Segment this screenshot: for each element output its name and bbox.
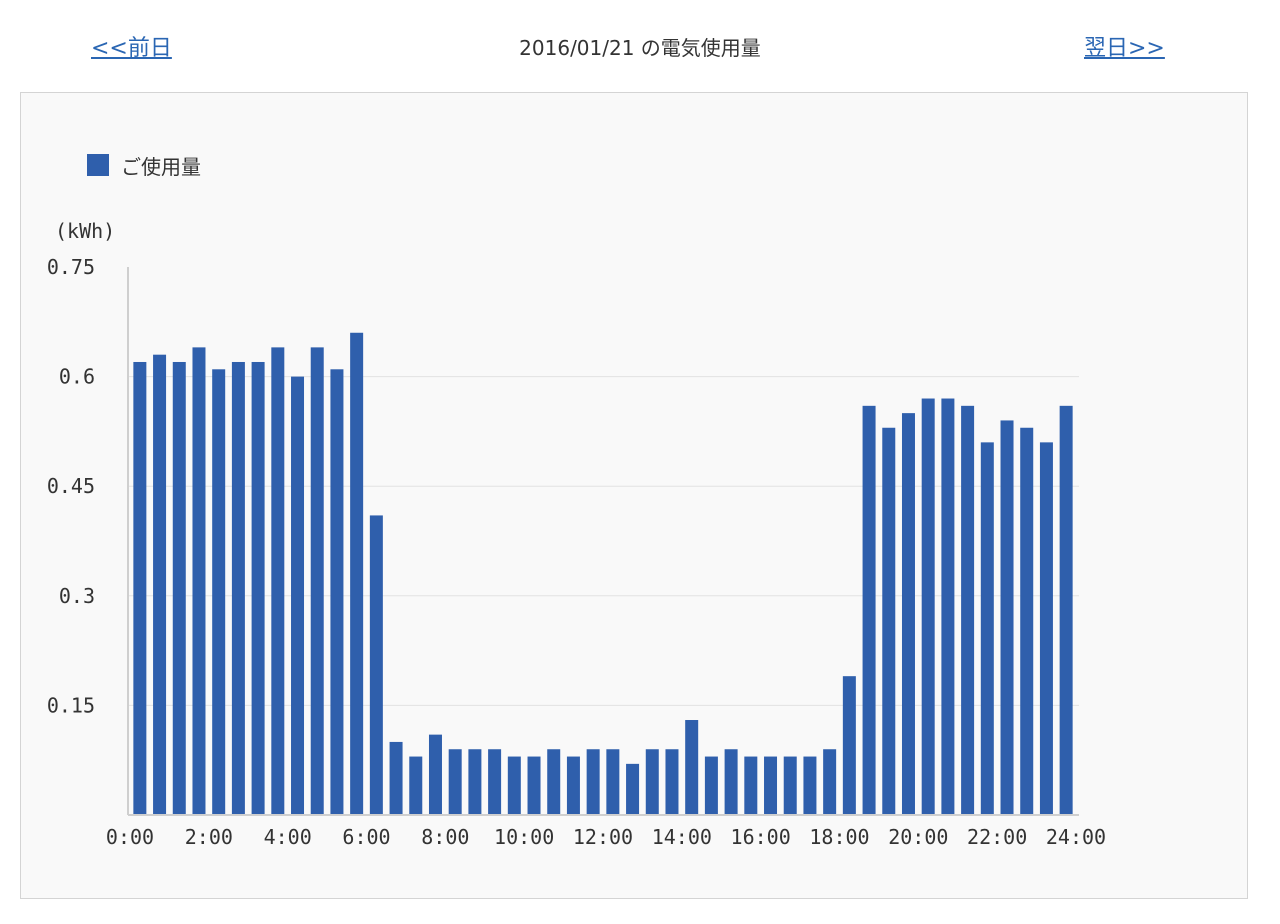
usage-bar [310,347,324,815]
usage-bar [291,376,305,815]
usage-chart-panel: ご使用量 (kWh) 0.75 0.6 0.45 0.3 0.15 0:00 2:00 4:… [20,92,1248,899]
usage-chart: ご使用量 (kWh) 0.75 0.6 0.45 0.3 0.15 0:00 2:00 4:… [47,154,1106,849]
usage-bar [842,676,856,815]
usage-bar [350,332,364,815]
usage-bar [507,756,521,815]
x-axis-ticks: 0:00 2:00 4:00 6:00 8:00 10:00 12:00 14:00 16:00… [106,825,1106,849]
x-tick-label: 24:00 [1046,825,1106,849]
usage-bar [941,398,955,815]
x-tick-label: 4:00 [264,825,312,849]
usage-bar [448,749,462,815]
usage-bar [823,749,837,815]
x-tick-label: 20:00 [888,825,948,849]
y-axis-ticks: 0.75 0.6 0.45 0.3 0.15 [47,255,95,717]
usage-bar [606,749,620,815]
x-tick-label: 10:00 [494,825,554,849]
legend-label: ご使用量 [121,155,201,179]
usage-bar [744,756,758,815]
y-tick-label: 0.45 [47,474,95,498]
next-day-link[interactable]: 翌日>> [1084,30,1165,62]
grid-lines [128,376,1079,706]
y-tick-label: 0.3 [59,584,95,608]
usage-bar [704,756,718,815]
usage-bar [1059,405,1073,815]
usage-bar [231,361,245,815]
legend: ご使用量 [87,154,201,179]
usage-bar [212,369,226,815]
usage-bar [566,756,580,815]
bars [133,332,1073,815]
usage-bar [1020,427,1034,815]
usage-bar [724,749,738,815]
usage-bar [330,369,344,815]
usage-bar [1000,420,1014,815]
usage-bar [803,756,817,815]
y-tick-label: 0.75 [47,255,95,279]
x-tick-label: 0:00 [106,825,154,849]
x-tick-label: 22:00 [967,825,1027,849]
y-axis-unit-label: (kWh) [55,219,115,243]
y-tick-label: 0.6 [59,365,95,389]
y-tick-label: 0.15 [47,693,95,717]
usage-bar [251,361,265,815]
usage-bar [271,347,285,815]
x-tick-label: 18:00 [809,825,869,849]
axes [127,267,1079,816]
x-tick-label: 2:00 [185,825,233,849]
legend-swatch [87,154,109,176]
usage-bar [665,749,679,815]
x-tick-label: 8:00 [421,825,469,849]
usage-bar [901,413,915,815]
usage-bar [133,361,147,815]
usage-bar [882,427,896,815]
usage-bar [764,756,778,815]
usage-bar [172,361,186,815]
x-tick-label: 14:00 [652,825,712,849]
usage-bar [862,405,876,815]
usage-bar [1039,442,1053,815]
usage-bar [783,756,797,815]
usage-bar [468,749,482,815]
usage-bar [626,763,640,815]
usage-bar [192,347,206,815]
usage-bar [547,749,561,815]
usage-bar [527,756,541,815]
usage-bar [685,720,699,815]
x-tick-label: 16:00 [731,825,791,849]
usage-bar [428,734,442,815]
x-tick-label: 12:00 [573,825,633,849]
usage-bar [488,749,502,815]
x-tick-label: 6:00 [342,825,390,849]
usage-bar [645,749,659,815]
usage-bar [980,442,994,815]
usage-bar [153,354,167,815]
usage-bar [409,756,423,815]
usage-bar [921,398,935,815]
usage-bar [586,749,600,815]
usage-bar [389,741,403,815]
usage-bar [961,405,975,815]
usage-bar [369,515,383,815]
